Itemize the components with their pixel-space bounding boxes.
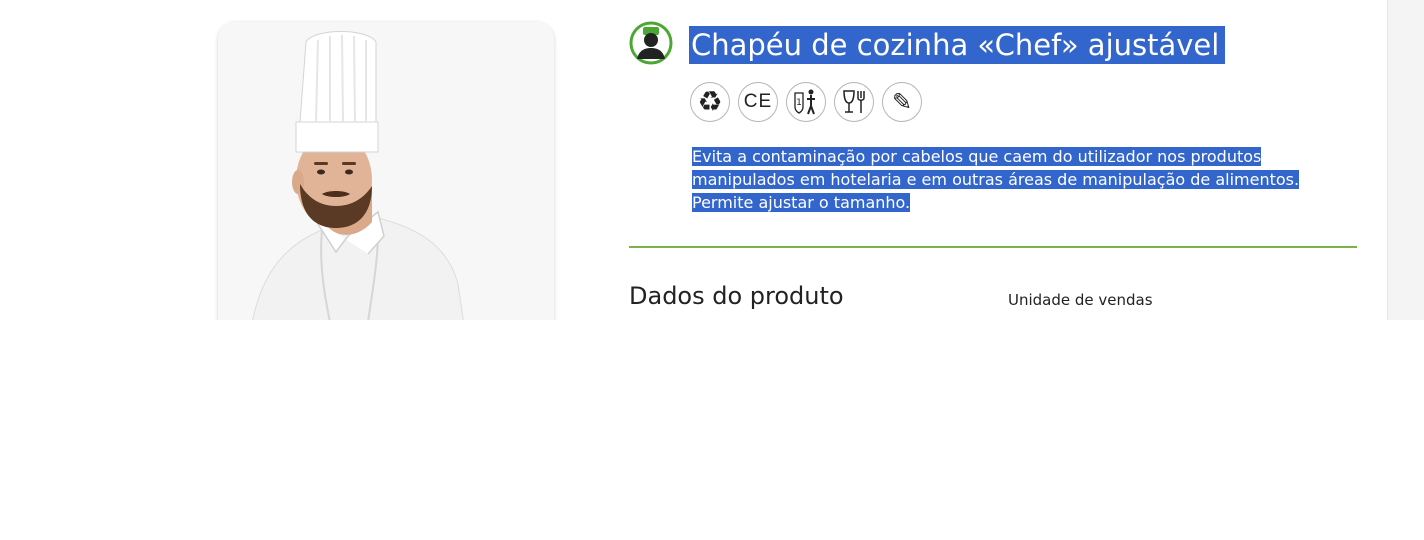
- product-image-card[interactable]: [218, 22, 554, 320]
- sales-unit-label: Unidade de vendas: [1008, 291, 1153, 309]
- food-contact-icon: [834, 82, 874, 122]
- recycle-icon: ♻: [690, 82, 730, 122]
- ce-mark-icon: CE: [738, 82, 778, 122]
- product-photo: [218, 22, 554, 320]
- svg-text:1: 1: [796, 98, 802, 108]
- product-data-heading: Dados do produto: [629, 282, 844, 310]
- chef-head-icon: [629, 21, 673, 65]
- user-category-1-icon: 1: [786, 82, 826, 122]
- product-title: Chapéu de cozinha «Chef» ajustável: [689, 26, 1226, 64]
- product-description: Evita a contaminação por cabelos que cae…: [692, 147, 1300, 212]
- page-viewport: Chapéu de cozinha «Chef» ajustável ♻ CE …: [0, 0, 1424, 320]
- side-panel-strip: [1387, 0, 1424, 320]
- certification-badges: ♻ CE 1 ✎: [690, 82, 922, 122]
- customizable-pencil-icon: ✎: [882, 82, 922, 122]
- section-divider: [629, 246, 1357, 248]
